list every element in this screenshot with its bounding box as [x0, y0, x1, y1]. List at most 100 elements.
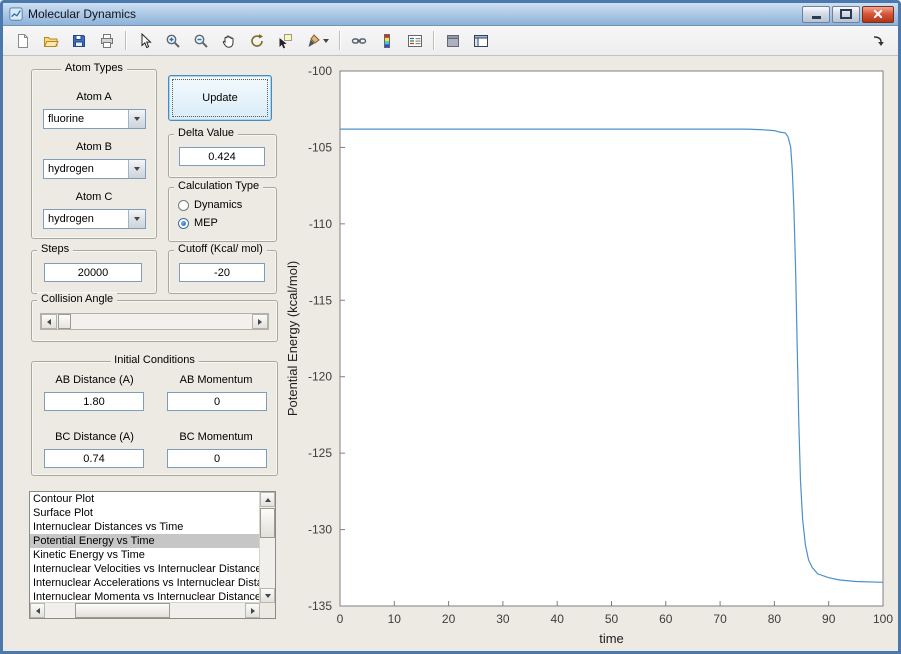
chevron-down-icon[interactable] — [128, 110, 145, 128]
steps-field[interactable] — [44, 263, 142, 282]
show-plot-tools-icon — [474, 34, 488, 47]
scroll-down-button[interactable] — [260, 588, 275, 603]
atom-c-label: Atom C — [75, 191, 113, 203]
chevron-down-icon[interactable] — [323, 38, 329, 43]
cutoff-field[interactable] — [179, 263, 265, 282]
list-item[interactable]: Internuclear Accelerations vs Internucle… — [30, 576, 260, 590]
list-item[interactable]: Potential Energy vs Time — [30, 534, 260, 548]
svg-text:0: 0 — [337, 612, 344, 626]
svg-text:-115: -115 — [309, 293, 332, 307]
printer-icon — [101, 33, 113, 48]
open-folder-icon — [43, 36, 59, 47]
rotate-3d-button[interactable] — [244, 28, 270, 54]
collision-angle-slider[interactable] — [40, 313, 269, 330]
plot-type-listbox[interactable]: Contour Plot Surface Plot Internuclear Dis… — [29, 491, 276, 619]
bc-distance-field[interactable] — [44, 449, 144, 468]
scroll-up-button[interactable] — [260, 492, 275, 507]
atom-b-value: hydrogen — [48, 163, 94, 175]
svg-text:-130: -130 — [308, 523, 332, 537]
list-item[interactable]: Internuclear Distances vs Time — [30, 520, 260, 534]
list-item[interactable]: Kinetic Energy vs Time — [30, 548, 260, 562]
svg-text:20: 20 — [442, 612, 456, 626]
atom-c-value: hydrogen — [48, 213, 94, 225]
svg-text:50: 50 — [605, 612, 619, 626]
open-file-button[interactable] — [38, 28, 64, 54]
titlebar[interactable]: Molecular Dynamics — [3, 3, 898, 26]
scrollbar-corner — [260, 603, 275, 618]
show-plot-tools-button[interactable] — [468, 28, 494, 54]
insert-legend-button[interactable] — [402, 28, 428, 54]
chevron-down-icon[interactable] — [128, 160, 145, 178]
svg-text:40: 40 — [551, 612, 565, 626]
svg-text:80: 80 — [768, 612, 782, 626]
svg-text:-120: -120 — [308, 370, 332, 384]
ab-momentum-label: AB Momentum — [179, 374, 253, 386]
edit-plot-button[interactable] — [132, 28, 158, 54]
slider-left-arrow[interactable] — [41, 314, 57, 329]
zoom-in-button[interactable] — [160, 28, 186, 54]
print-figure-button[interactable] — [94, 28, 120, 54]
ab-distance-field[interactable] — [44, 392, 144, 411]
colorbar-icon — [384, 33, 390, 48]
radio-icon[interactable] — [178, 217, 189, 229]
horizontal-scrollbar[interactable] — [30, 602, 260, 618]
chevron-down-icon[interactable] — [128, 210, 145, 228]
svg-text:70: 70 — [713, 612, 727, 626]
initial-conditions-panel: Initial Conditions AB Distance (A) AB Mo… — [31, 354, 278, 476]
bc-momentum-field[interactable] — [167, 449, 267, 468]
brush-button[interactable] — [300, 28, 334, 54]
link-icon — [351, 37, 367, 44]
slider-right-arrow[interactable] — [252, 314, 268, 329]
list-item[interactable]: Contour Plot — [30, 492, 260, 506]
data-cursor-button[interactable] — [272, 28, 298, 54]
panel-title: Delta Value — [174, 127, 239, 139]
plot-area: 0 10 20 30 40 50 60 70 80 90 100 -135 -130 -125 -120 -1… — [285, 64, 893, 646]
svg-text:100: 100 — [873, 612, 893, 626]
collision-angle-panel: Collision Angle — [31, 293, 278, 342]
atom-a-value: fluorine — [48, 113, 85, 125]
new-figure-button[interactable] — [10, 28, 36, 54]
radio-dynamics[interactable]: Dynamics — [178, 199, 242, 211]
list-item[interactable]: Surface Plot — [30, 506, 260, 520]
atom-b-label: Atom B — [75, 141, 113, 153]
close-button[interactable] — [862, 5, 894, 23]
figure-toolbar — [3, 26, 898, 56]
minimize-button[interactable] — [802, 5, 830, 23]
atom-b-select[interactable]: hydrogen — [43, 159, 146, 179]
svg-text:10: 10 — [388, 612, 402, 626]
horizontal-scroll-thumb[interactable] — [75, 603, 170, 618]
update-button[interactable]: Update — [168, 75, 272, 121]
delta-value-panel: Delta Value — [168, 127, 277, 178]
atom-a-select[interactable]: fluorine — [43, 109, 146, 129]
toolbar-separator — [433, 31, 435, 50]
plot-type-list: Contour Plot Surface Plot Internuclear Dis… — [30, 492, 260, 603]
atom-c-select[interactable]: hydrogen — [43, 209, 146, 229]
bc-momentum-label: BC Momentum — [179, 431, 253, 443]
pan-button[interactable] — [216, 28, 242, 54]
slider-thumb[interactable] — [58, 314, 71, 329]
panel-title: Initial Conditions — [110, 354, 199, 366]
scroll-right-button[interactable] — [245, 603, 260, 618]
list-item[interactable]: Internuclear Velocities vs Internuclear … — [30, 562, 260, 576]
delta-value-field[interactable] — [179, 147, 265, 166]
ab-momentum-field[interactable] — [167, 392, 267, 411]
insert-colorbar-button[interactable] — [374, 28, 400, 54]
save-icon — [73, 34, 85, 47]
scroll-left-button[interactable] — [30, 603, 45, 618]
radio-mep[interactable]: MEP — [178, 217, 218, 229]
zoom-out-button[interactable] — [188, 28, 214, 54]
hide-plot-tools-button[interactable] — [440, 28, 466, 54]
vertical-scroll-thumb[interactable] — [260, 508, 275, 538]
zoom-in-icon — [166, 34, 180, 48]
radio-icon[interactable] — [178, 199, 189, 211]
app-window: Molecular Dynamics Atom Types Atom A flu… — [0, 0, 901, 654]
vertical-scrollbar[interactable] — [259, 492, 275, 603]
save-figure-button[interactable] — [66, 28, 92, 54]
cutoff-panel: Cutoff (Kcal/ mol) — [168, 243, 277, 294]
svg-text:-125: -125 — [308, 446, 332, 460]
dock-figure-button[interactable] — [865, 28, 891, 54]
maximize-button[interactable] — [832, 5, 860, 23]
rotate-icon — [251, 33, 263, 47]
svg-text:60: 60 — [659, 612, 673, 626]
link-plot-button[interactable] — [346, 28, 372, 54]
